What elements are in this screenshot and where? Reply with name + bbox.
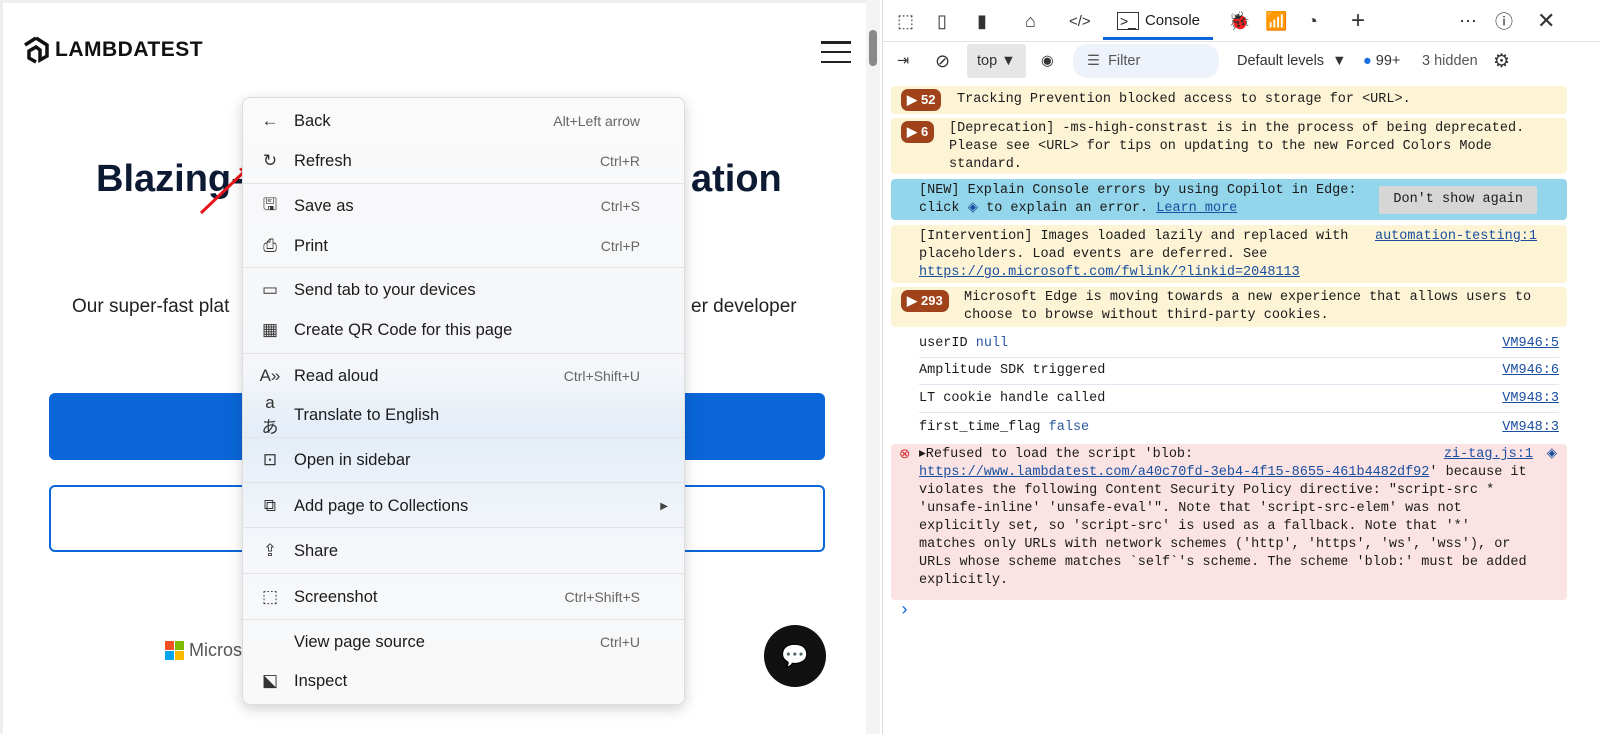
repeat-count-badge[interactable]: ▶ 293 <box>901 290 949 312</box>
devices-icon: ▭ <box>261 280 279 299</box>
console-warning: ▶ 293 Microsoft Edge is moving towards a… <box>891 287 1567 327</box>
chat-icon: 💬 <box>781 643 809 668</box>
copilot-banner: [NEW] Explain Console errors by using Co… <box>891 179 1567 220</box>
print-icon: ⎙ <box>263 236 277 255</box>
source-link[interactable]: automation-testing:1 <box>1375 228 1537 246</box>
live-expression-icon[interactable]: ◉ <box>1041 44 1054 78</box>
page-scrollbar[interactable] <box>866 0 880 734</box>
menu-item-qr-code[interactable]: ▦ Create QR Code for this page <box>243 312 684 348</box>
close-devtools-icon[interactable]: ✕ <box>1537 8 1555 34</box>
menu-item-share[interactable]: ⇪ Share <box>243 533 684 569</box>
microsoft-icon <box>165 641 184 660</box>
devtools-toolbar: ⬚ ▯ ▮ ⌂ </> >_ Console 🐞 📶 ◔ + ⋯ ⓘ ✕ <box>883 0 1600 42</box>
settings-gear-icon[interactable]: ⚙ <box>1493 44 1510 78</box>
console-prompt[interactable]: › <box>899 602 910 620</box>
source-link[interactable]: VM946:6 <box>1502 362 1559 380</box>
copilot-icon: ◈ <box>967 201 979 216</box>
levels-dropdown[interactable]: Default levels ▼ <box>1237 44 1346 78</box>
menu-item-open-sidebar[interactable]: ⊡ Open in sidebar <box>243 442 684 478</box>
welcome-home-icon[interactable]: ⌂ <box>1025 8 1036 34</box>
console-log: LT cookie handle called VM948:3 <box>919 386 1559 413</box>
source-link[interactable]: VM946:5 <box>1502 335 1559 353</box>
console-log: Amplitude SDK triggered VM946:6 <box>919 358 1559 385</box>
microsoft-logo: Microso <box>165 640 252 661</box>
translate-icon: aあ <box>261 392 279 437</box>
repeat-count-badge[interactable]: ▶ 52 <box>901 89 942 111</box>
source-link[interactable]: VM948:3 <box>1502 419 1559 437</box>
console-warning: ▶ 52 Tracking Prevention blocked access … <box>891 86 1567 114</box>
devtools-panel: ⬚ ▯ ▮ ⌂ </> >_ Console 🐞 📶 ◔ + ⋯ ⓘ ✕ ⇥ ⊘ … <box>882 0 1600 734</box>
qr-code-icon: ▦ <box>261 320 279 339</box>
context-selector[interactable]: top ▼ <box>967 44 1026 78</box>
performance-icon[interactable]: ◔ <box>1307 8 1318 34</box>
console-toolbar: ⇥ ⊘ top ▼ ◉ ☰ Filter Default levels ▼ ● … <box>883 44 1600 78</box>
sidebar-icon: ⊡ <box>262 450 278 469</box>
source-link[interactable]: zi-tag.js:1 <box>1444 446 1533 464</box>
clear-console-icon[interactable]: ⊘ <box>935 44 950 78</box>
inspect-element-icon[interactable]: ⬚ <box>897 8 914 34</box>
learn-more-link[interactable]: Learn more <box>1156 201 1237 216</box>
intervention-link[interactable]: https://go.microsoft.com/fwlink/?linkid=… <box>919 265 1300 280</box>
repeat-count-badge[interactable]: ▶ 6 <box>901 121 935 143</box>
read-aloud-icon: A» <box>259 366 281 385</box>
help-icon[interactable]: ⓘ <box>1495 8 1513 34</box>
console-log: first_time_flag false VM948:3 <box>919 419 1559 437</box>
menu-item-back[interactable]: ← Back Alt+Left arrow <box>243 103 684 139</box>
console-error: ⊗ ▸Refused to load the script 'blob: http… <box>891 444 1567 600</box>
copilot-explain-icon[interactable]: ◈ <box>1547 446 1557 464</box>
error-icon: ⊗ <box>899 448 911 463</box>
blob-link[interactable]: https://www.lambdatest.com/a40c70fd-3eb4… <box>919 465 1429 480</box>
subtitle-right: er developer <box>691 296 797 317</box>
console-icon: >_ <box>1117 11 1139 30</box>
more-options-icon[interactable]: ⋯ <box>1459 8 1477 34</box>
logo-text: LAMBDATEST <box>55 38 204 61</box>
menu-item-refresh[interactable]: ↻ Refresh Ctrl+R <box>243 143 684 179</box>
save-icon: 🖫 <box>262 194 278 214</box>
collections-icon: ⧉ <box>263 496 277 515</box>
menu-item-save-as[interactable]: 🖫 Save as Ctrl+S <box>243 188 684 224</box>
subtitle-left: Our super-fast plat <box>72 296 230 317</box>
sidebar-toggle-icon[interactable]: ⇥ <box>897 44 909 78</box>
refresh-icon: ↻ <box>262 151 278 170</box>
elements-icon[interactable]: </> <box>1069 8 1091 34</box>
console-log: userID null VM946:5 <box>919 331 1559 358</box>
share-icon: ⇪ <box>262 541 278 560</box>
device-emulation-icon[interactable]: ▯ <box>937 8 947 34</box>
menu-item-inspect[interactable]: ⬕ Inspect <box>243 663 684 699</box>
expand-icon[interactable]: ▸ <box>919 447 926 462</box>
menu-item-send-tab[interactable]: ▭ Send tab to your devices <box>243 272 684 308</box>
lambdatest-logo[interactable]: LAMBDATEST <box>23 36 203 64</box>
hamburger-menu-icon[interactable] <box>821 41 851 63</box>
sources-bug-icon[interactable]: 🐞 <box>1228 8 1250 34</box>
arrow-left-icon: ← <box>261 111 279 130</box>
console-intervention: [Intervention] Images loaded lazily and … <box>891 225 1567 283</box>
dont-show-again-button[interactable]: Don't show again <box>1379 186 1537 214</box>
dock-icon[interactable]: ▮ <box>977 8 987 34</box>
inspect-icon: ⬕ <box>261 671 279 690</box>
issues-badge[interactable]: ● 99+ <box>1363 44 1400 78</box>
screenshot-icon: ⬚ <box>261 587 279 606</box>
submenu-arrow-icon: ▶ <box>660 500 668 512</box>
menu-item-screenshot[interactable]: ⬚ Screenshot Ctrl+Shift+S <box>243 579 684 615</box>
menu-item-collections[interactable]: ⧉ Add page to Collections ▶ <box>243 488 684 524</box>
chat-button[interactable]: 💬 <box>764 625 826 687</box>
hidden-count: 3 hidden <box>1422 53 1478 69</box>
network-icon[interactable]: 📶 <box>1265 8 1287 34</box>
source-link[interactable]: VM948:3 <box>1502 390 1559 408</box>
filter-input[interactable]: ☰ Filter <box>1073 44 1219 78</box>
context-menu: ← Back Alt+Left arrow ↻ Refresh Ctrl+R 🖫 Save… <box>242 97 685 705</box>
add-tab-icon[interactable]: + <box>1351 7 1365 34</box>
menu-item-print[interactable]: ⎙ Print Ctrl+P <box>243 228 684 264</box>
console-warning: ▶ 6 [Deprecation] -ms-high-constrast is … <box>891 118 1567 174</box>
menu-item-translate[interactable]: aあ Translate to English <box>243 393 684 437</box>
issues-icon: ● <box>1363 53 1372 69</box>
headline-right: ation <box>691 158 782 200</box>
tab-console[interactable]: >_ Console <box>1103 4 1213 40</box>
menu-item-view-source[interactable]: View page source Ctrl+U <box>243 624 684 660</box>
lambdatest-logo-icon <box>24 36 49 64</box>
menu-item-read-aloud[interactable]: A» Read aloud Ctrl+Shift+U <box>243 358 684 394</box>
